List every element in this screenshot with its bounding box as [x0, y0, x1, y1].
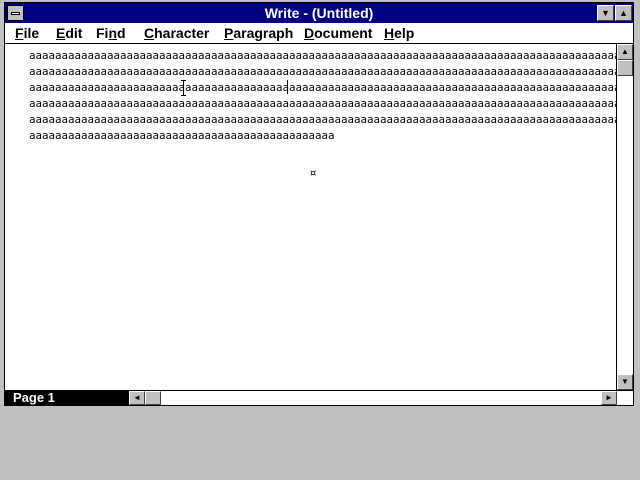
vertical-scroll-thumb[interactable] — [617, 60, 633, 76]
text-line: aaaaaaaaaaaaaaaaaaaaaaaaaaaaaaaaaaaaaaaa… — [29, 65, 616, 78]
page-status: Page 1 — [5, 391, 129, 405]
horizontal-scroll-thumb[interactable] — [145, 391, 161, 405]
end-of-document-mark: ¤ — [310, 168, 317, 179]
scroll-right-icon: ► — [605, 393, 613, 402]
menu-file[interactable]: File — [15, 25, 39, 42]
menu-document[interactable]: Document — [304, 25, 372, 42]
text-line: aaaaaaaaaaaaaaaaaaaaaaaaaaaaaaaaaaaaaaaa… — [29, 129, 335, 142]
scroll-right-button[interactable]: ► — [601, 391, 617, 405]
menu-character[interactable]: Character — [144, 25, 209, 42]
menu-help[interactable]: Help — [384, 25, 414, 42]
scroll-down-button[interactable]: ▼ — [617, 374, 633, 390]
title-bar[interactable]: Write - (Untitled) ▼ ▲ — [5, 3, 633, 23]
scroll-down-icon: ▼ — [621, 377, 629, 386]
maximize-button[interactable]: ▲ — [615, 5, 632, 21]
menu-find[interactable]: Find — [96, 25, 126, 42]
scroll-left-button[interactable]: ◄ — [129, 391, 145, 405]
window-title: Write - (Untitled) — [264, 5, 374, 21]
text-line: aaaaaaaaaaaaaaaaaaaaaaaaaaaaaaaaaaaaaaaa… — [29, 81, 616, 94]
write-window: Write - (Untitled) ▼ ▲ File Edit Find Ch… — [4, 2, 634, 406]
minimize-icon: ▼ — [601, 8, 610, 18]
maximize-icon: ▲ — [619, 8, 628, 18]
document-area[interactable]: aaaaaaaaaaaaaaaaaaaaaaaaaaaaaaaaaaaaaaaa… — [5, 44, 616, 390]
horizontal-scroll-track[interactable] — [161, 391, 601, 405]
vertical-scrollbar[interactable]: ▲ ▼ — [616, 44, 633, 390]
scroll-up-icon: ▲ — [621, 47, 629, 56]
scroll-left-icon: ◄ — [133, 393, 141, 402]
menu-bar: File Edit Find Character Paragraph Docum… — [5, 23, 633, 44]
bottom-bar: Page 1 ◄ ► — [5, 390, 633, 405]
minimize-button[interactable]: ▼ — [597, 5, 614, 21]
menu-edit[interactable]: Edit — [56, 25, 82, 42]
scroll-up-button[interactable]: ▲ — [617, 44, 633, 60]
text-line: aaaaaaaaaaaaaaaaaaaaaaaaaaaaaaaaaaaaaaaa… — [29, 49, 616, 62]
text-line: aaaaaaaaaaaaaaaaaaaaaaaaaaaaaaaaaaaaaaaa… — [29, 97, 616, 110]
document-text[interactable]: aaaaaaaaaaaaaaaaaaaaaaaaaaaaaaaaaaaaaaaa… — [29, 48, 616, 144]
text-caret — [287, 80, 288, 94]
text-line: aaaaaaaaaaaaaaaaaaaaaaaaaaaaaaaaaaaaaaaa… — [29, 113, 616, 126]
menu-paragraph[interactable]: Paragraph — [224, 25, 293, 42]
ibeam-cursor-icon — [181, 80, 187, 96]
